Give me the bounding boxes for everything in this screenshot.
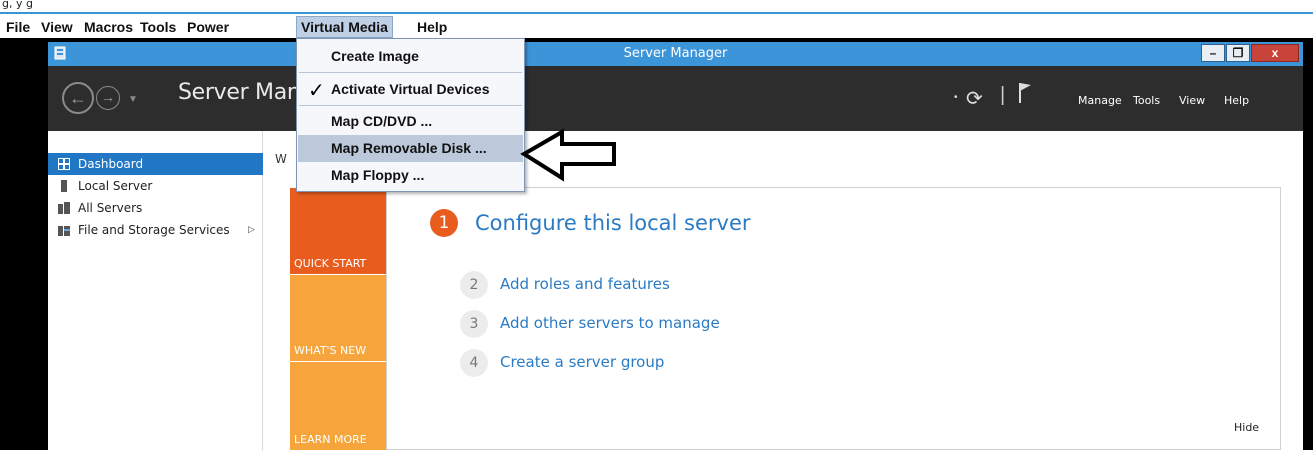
storage-icon [58,226,70,236]
kvm-menubar: File View Macros Tools Power Virtual Med… [0,16,1313,38]
hide-link[interactable]: Hide [1234,421,1259,434]
menu-item-map-floppy[interactable]: Map Floppy ... [298,162,523,189]
menu-view[interactable]: View [37,16,77,38]
notifications-flag-icon[interactable] [1018,82,1032,104]
server-manager-window: Server Manager – ❐ x ← → ▼ Server Manage… [48,42,1303,450]
server-icon [61,180,67,192]
header-menu-help[interactable]: Help [1224,94,1249,107]
menu-item-create-image[interactable]: Create Image [298,43,523,70]
tile-label: QUICK START [294,257,367,270]
callout-arrow-icon [520,128,616,182]
menu-item-activate-virtual-devices[interactable]: ✓ Activate Virtual Devices [298,76,523,103]
header-divider: | [1000,84,1006,106]
back-arrow-icon[interactable]: ← [62,82,94,114]
step-number: 4 [460,349,488,377]
maximize-button[interactable]: ❐ [1226,44,1250,62]
menu-file[interactable]: File [2,16,34,38]
server-manager-header: ← → ▼ Server Manager • ⟳ | Manage Tools … [48,66,1303,131]
window-titlebar[interactable]: Server Manager – ❐ x [48,42,1303,66]
step-create-group-link[interactable]: Create a server group [500,353,664,371]
step-add-roles-link[interactable]: Add roles and features [500,275,670,293]
step-configure-local-server-link[interactable]: Configure this local server [475,211,751,235]
sidebar-item-label: Dashboard [78,157,144,171]
step-number: 2 [460,271,488,299]
menu-separator [299,72,522,73]
nav-history-chevron-icon[interactable]: ▼ [128,94,138,105]
dashboard-icon [58,158,70,170]
menu-macros[interactable]: Macros [80,16,137,38]
header-menu-manage[interactable]: Manage [1078,94,1122,107]
tile-learn-more[interactable]: LEARN MORE [290,362,386,450]
header-menu-tools[interactable]: Tools [1133,94,1160,107]
virtual-media-dropdown: Create Image ✓ Activate Virtual Devices … [296,38,525,192]
servers-icon [58,202,70,214]
menu-item-label: Activate Virtual Devices [331,81,490,97]
window-title: Server Manager [623,46,728,61]
checkmark-icon: ✓ [308,80,325,102]
step-number: 1 [430,209,458,237]
header-menu-view[interactable]: View [1179,94,1205,107]
menu-help[interactable]: Help [413,16,451,38]
sidebar: Dashboard Local Server All Servers File … [48,131,263,450]
tile-quick-start[interactable]: QUICK START [290,188,386,274]
sidebar-item-local-server[interactable]: Local Server [48,175,263,197]
tile-label: WHAT'S NEW [294,344,367,357]
menu-power[interactable]: Power [183,16,233,38]
close-button[interactable]: x [1251,44,1299,62]
sidebar-item-label: All Servers [78,201,143,215]
top-clipped-text: g, y g [2,0,33,10]
sidebar-item-label: File and Storage Services [78,223,230,237]
tile-whats-new[interactable]: WHAT'S NEW [290,275,386,361]
expand-arrow-icon[interactable]: ▷ [248,219,255,241]
sidebar-item-file-storage[interactable]: File and Storage Services ▷ [48,219,263,241]
step-add-servers-link[interactable]: Add other servers to manage [500,314,720,332]
welcome-heading-partial: W [275,152,287,166]
tile-label: LEARN MORE [294,433,367,446]
menu-item-map-cd-dvd[interactable]: Map CD/DVD ... [298,108,523,135]
refresh-icon[interactable]: ⟳ [966,86,983,111]
top-edge-strip: g, y g [0,0,1313,14]
step-number: 3 [460,310,488,338]
sidebar-item-all-servers[interactable]: All Servers [48,197,263,219]
sidebar-item-label: Local Server [78,179,153,193]
forward-arrow-icon[interactable]: → [96,86,120,110]
menu-virtual-media[interactable]: Virtual Media [296,16,393,38]
minimize-button[interactable]: – [1201,44,1225,62]
menu-separator [299,105,522,106]
refresh-dropdown-icon[interactable]: • [954,92,958,103]
menu-tools[interactable]: Tools [136,16,180,38]
sidebar-item-dashboard[interactable]: Dashboard [48,153,263,175]
menu-item-map-removable-disk[interactable]: Map Removable Disk ... [298,135,523,162]
